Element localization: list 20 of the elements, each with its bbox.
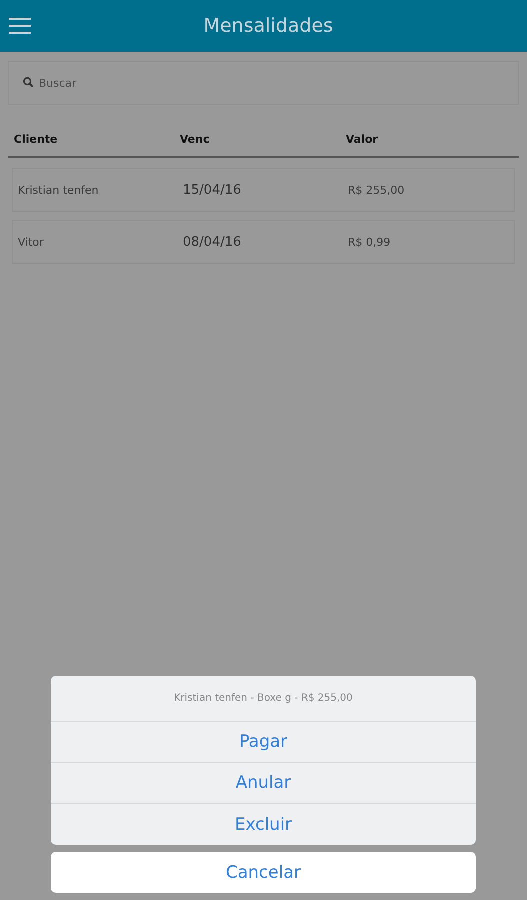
table-cell-text: 08/04/16 (183, 234, 242, 250)
screen-title: Mensalidades (202, 15, 334, 37)
action-button[interactable]: Anular (51, 763, 476, 804)
search-field[interactable]: Buscar (8, 61, 519, 105)
menu-icon[interactable] (9, 18, 31, 34)
search-icon (23, 77, 34, 88)
sheet-title: Kristian tenfen - Boxe g - R$ 255,00 (51, 676, 476, 722)
table-row[interactable]: Vitor 08/04/16 R$ 0,99 (12, 220, 515, 264)
action-button[interactable]: Pagar (51, 722, 476, 763)
column-header: Cliente (14, 133, 59, 146)
table-cell-text: Vitor (18, 236, 45, 248)
table-cell-text: 15/04/16 (183, 182, 242, 198)
table-cell-text: Kristian tenfen (18, 184, 100, 196)
action-button[interactable]: Excluir (51, 804, 476, 845)
column-header: Valor (346, 133, 380, 146)
column-header: Venc (180, 133, 211, 146)
table-cell-text: R$ 255,00 (348, 184, 406, 196)
table-row[interactable]: Kristian tenfen 15/04/16 R$ 255,00 (12, 168, 515, 212)
cancel-button[interactable]: Cancelar (51, 852, 476, 893)
table-cell-text: R$ 0,99 (348, 236, 392, 248)
